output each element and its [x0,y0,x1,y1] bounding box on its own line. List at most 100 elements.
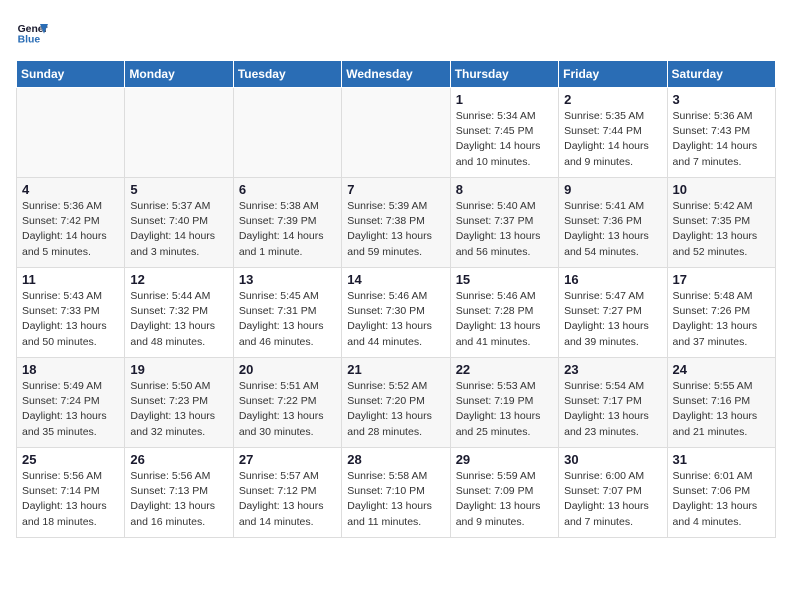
day-number: 17 [673,272,770,287]
week-row-4: 18 Sunrise: 5:49 AM Sunset: 7:24 PM Dayli… [17,358,776,448]
day-number: 22 [456,362,553,377]
calendar-cell [125,88,233,178]
day-number: 14 [347,272,444,287]
day-number: 26 [130,452,227,467]
calendar-cell: 5 Sunrise: 5:37 AM Sunset: 7:40 PM Daylig… [125,178,233,268]
day-info: Sunrise: 5:35 AM Sunset: 7:44 PM Dayligh… [564,109,661,170]
day-number: 5 [130,182,227,197]
day-info: Sunrise: 5:58 AM Sunset: 7:10 PM Dayligh… [347,469,444,530]
calendar-cell [342,88,450,178]
day-info: Sunrise: 6:00 AM Sunset: 7:07 PM Dayligh… [564,469,661,530]
day-number: 23 [564,362,661,377]
day-number: 1 [456,92,553,107]
day-number: 24 [673,362,770,377]
calendar-cell: 12 Sunrise: 5:44 AM Sunset: 7:32 PM Dayli… [125,268,233,358]
calendar-cell: 26Sunrise: 5:56 AM Sunset: 7:13 PM Dayli… [125,448,233,538]
week-row-2: 4Sunrise: 5:36 AM Sunset: 7:42 PM Daylig… [17,178,776,268]
day-number: 29 [456,452,553,467]
day-info: Sunrise: 5:54 AM Sunset: 7:17 PM Dayligh… [564,379,661,440]
day-number: 15 [456,272,553,287]
day-info: Sunrise: 5:43 AM Sunset: 7:33 PM Dayligh… [22,289,119,350]
calendar-cell: 22 Sunrise: 5:53 AM Sunset: 7:19 PM Dayli… [450,358,558,448]
day-info: Sunrise: 5:36 AM Sunset: 7:43 PM Dayligh… [673,109,770,170]
day-number: 18 [22,362,119,377]
day-info: Sunrise: 5:45 AM Sunset: 7:31 PM Dayligh… [239,289,336,350]
day-number: 12 [130,272,227,287]
day-info: Sunrise: 5:55 AM Sunset: 7:16 PM Dayligh… [673,379,770,440]
day-info: Sunrise: 5:59 AM Sunset: 7:09 PM Dayligh… [456,469,553,530]
calendar-cell: 21Sunrise: 5:52 AM Sunset: 7:20 PM Dayli… [342,358,450,448]
day-number: 6 [239,182,336,197]
day-number: 21 [347,362,444,377]
day-number: 27 [239,452,336,467]
column-header-friday: Friday [559,61,667,88]
column-header-thursday: Thursday [450,61,558,88]
logo: General Blue [16,16,48,48]
day-number: 8 [456,182,553,197]
day-info: Sunrise: 5:49 AM Sunset: 7:24 PM Dayligh… [22,379,119,440]
calendar-cell: 3 Sunrise: 5:36 AM Sunset: 7:43 PM Daylig… [667,88,775,178]
day-number: 10 [673,182,770,197]
calendar-cell: 18 Sunrise: 5:49 AM Sunset: 7:24 PM Dayli… [17,358,125,448]
day-info: Sunrise: 5:46 AM Sunset: 7:30 PM Dayligh… [347,289,444,350]
column-header-monday: Monday [125,61,233,88]
week-row-5: 25 Sunrise: 5:56 AM Sunset: 7:14 PM Dayli… [17,448,776,538]
day-info: Sunrise: 5:56 AM Sunset: 7:14 PM Dayligh… [22,469,119,530]
day-number: 3 [673,92,770,107]
day-info: Sunrise: 5:41 AM Sunset: 7:36 PM Dayligh… [564,199,661,260]
day-number: 20 [239,362,336,377]
calendar-cell [233,88,341,178]
day-number: 7 [347,182,444,197]
calendar-cell: 14 Sunrise: 5:46 AM Sunset: 7:30 PM Dayli… [342,268,450,358]
day-number: 13 [239,272,336,287]
calendar-cell: 4Sunrise: 5:36 AM Sunset: 7:42 PM Daylig… [17,178,125,268]
svg-text:Blue: Blue [18,34,41,45]
day-number: 2 [564,92,661,107]
calendar-cell: 1Sunrise: 5:34 AM Sunset: 7:45 PM Daylig… [450,88,558,178]
day-info: Sunrise: 5:37 AM Sunset: 7:40 PM Dayligh… [130,199,227,260]
day-info: Sunrise: 6:01 AM Sunset: 7:06 PM Dayligh… [673,469,770,530]
calendar-cell: 20 Sunrise: 5:51 AM Sunset: 7:22 PM Dayli… [233,358,341,448]
day-info: Sunrise: 5:44 AM Sunset: 7:32 PM Dayligh… [130,289,227,350]
day-info: Sunrise: 5:40 AM Sunset: 7:37 PM Dayligh… [456,199,553,260]
day-info: Sunrise: 5:47 AM Sunset: 7:27 PM Dayligh… [564,289,661,350]
day-number: 28 [347,452,444,467]
day-info: Sunrise: 5:36 AM Sunset: 7:42 PM Dayligh… [22,199,119,260]
day-info: Sunrise: 5:50 AM Sunset: 7:23 PM Dayligh… [130,379,227,440]
calendar-cell: 24 Sunrise: 5:55 AM Sunset: 7:16 PM Dayli… [667,358,775,448]
calendar-header-row: SundayMondayTuesdayWednesdayThursdayFrid… [17,61,776,88]
day-number: 25 [22,452,119,467]
calendar-cell: 27 Sunrise: 5:57 AM Sunset: 7:12 PM Dayli… [233,448,341,538]
calendar-cell: 2 Sunrise: 5:35 AM Sunset: 7:44 PM Daylig… [559,88,667,178]
calendar-table: SundayMondayTuesdayWednesdayThursdayFrid… [16,60,776,538]
day-number: 11 [22,272,119,287]
day-info: Sunrise: 5:51 AM Sunset: 7:22 PM Dayligh… [239,379,336,440]
day-number: 16 [564,272,661,287]
calendar-cell: 8 Sunrise: 5:40 AM Sunset: 7:37 PM Daylig… [450,178,558,268]
calendar-cell: 13 Sunrise: 5:45 AM Sunset: 7:31 PM Dayli… [233,268,341,358]
day-number: 9 [564,182,661,197]
day-info: Sunrise: 5:53 AM Sunset: 7:19 PM Dayligh… [456,379,553,440]
day-number: 30 [564,452,661,467]
day-info: Sunrise: 5:42 AM Sunset: 7:35 PM Dayligh… [673,199,770,260]
calendar-cell: 31Sunrise: 6:01 AM Sunset: 7:06 PM Dayli… [667,448,775,538]
day-number: 19 [130,362,227,377]
column-header-wednesday: Wednesday [342,61,450,88]
day-info: Sunrise: 5:38 AM Sunset: 7:39 PM Dayligh… [239,199,336,260]
calendar-cell: 11 Sunrise: 5:43 AM Sunset: 7:33 PM Dayli… [17,268,125,358]
calendar-cell: 23 Sunrise: 5:54 AM Sunset: 7:17 PM Dayli… [559,358,667,448]
day-info: Sunrise: 5:57 AM Sunset: 7:12 PM Dayligh… [239,469,336,530]
calendar-cell: 9 Sunrise: 5:41 AM Sunset: 7:36 PM Daylig… [559,178,667,268]
day-info: Sunrise: 5:46 AM Sunset: 7:28 PM Dayligh… [456,289,553,350]
week-row-1: 1Sunrise: 5:34 AM Sunset: 7:45 PM Daylig… [17,88,776,178]
calendar-cell: 29 Sunrise: 5:59 AM Sunset: 7:09 PM Dayli… [450,448,558,538]
calendar-cell: 25 Sunrise: 5:56 AM Sunset: 7:14 PM Dayli… [17,448,125,538]
column-header-saturday: Saturday [667,61,775,88]
calendar-cell: 30 Sunrise: 6:00 AM Sunset: 7:07 PM Dayli… [559,448,667,538]
calendar-cell: 16 Sunrise: 5:47 AM Sunset: 7:27 PM Dayli… [559,268,667,358]
column-header-tuesday: Tuesday [233,61,341,88]
day-info: Sunrise: 5:39 AM Sunset: 7:38 PM Dayligh… [347,199,444,260]
day-info: Sunrise: 5:48 AM Sunset: 7:26 PM Dayligh… [673,289,770,350]
calendar-cell: 7 Sunrise: 5:39 AM Sunset: 7:38 PM Daylig… [342,178,450,268]
calendar-cell: 10 Sunrise: 5:42 AM Sunset: 7:35 PM Dayli… [667,178,775,268]
